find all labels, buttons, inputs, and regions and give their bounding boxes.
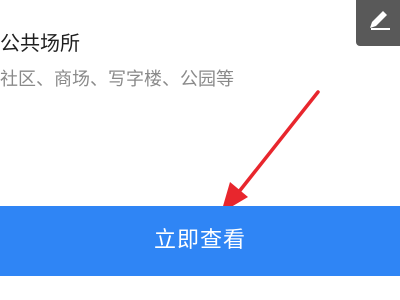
view-now-button[interactable]: 立即查看	[0, 206, 400, 276]
